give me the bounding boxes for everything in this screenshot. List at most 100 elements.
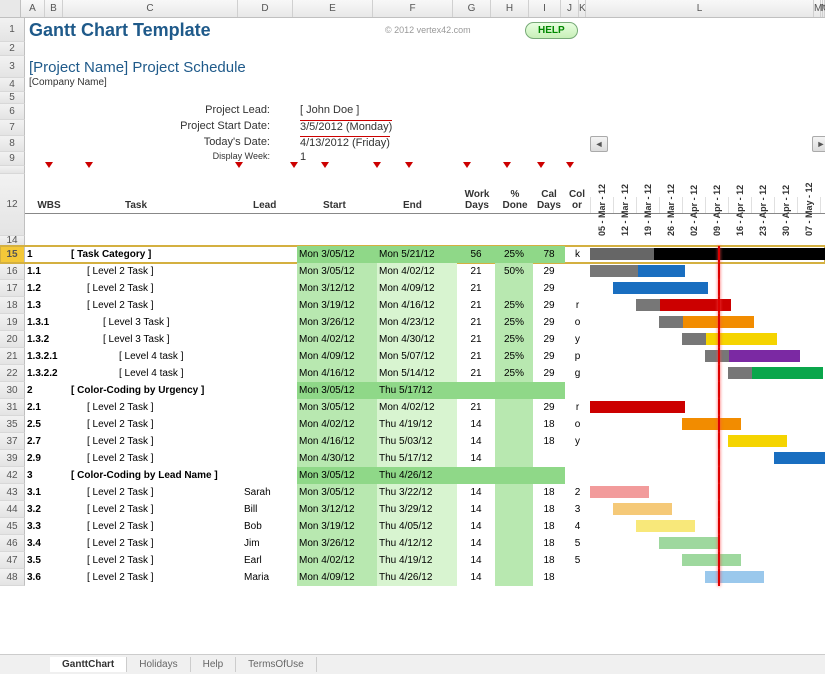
comment-indicator-icon[interactable]	[45, 162, 53, 168]
gantt-bar[interactable]	[636, 520, 695, 532]
sheet-tab-termsofuse[interactable]: TermsOfUse	[236, 657, 317, 672]
row-header[interactable]: 35	[0, 416, 25, 433]
cell-color[interactable]	[565, 569, 590, 586]
row-header[interactable]: 22	[0, 365, 25, 382]
cell-pctdone[interactable]	[495, 450, 533, 467]
row-header[interactable]: 2	[0, 42, 25, 56]
cell-color[interactable]: y	[565, 331, 590, 348]
row-header[interactable]: 17	[0, 280, 25, 297]
cell-workdays[interactable]: 14	[457, 450, 495, 467]
cell-start[interactable]: Mon 3/05/12	[297, 263, 377, 280]
row-header[interactable]: 6	[0, 104, 25, 120]
cell-lead[interactable]	[242, 450, 297, 467]
cell-caldays[interactable]: 29	[533, 365, 565, 382]
cell-start[interactable]: Mon 4/16/12	[297, 365, 377, 382]
gantt-bar[interactable]	[659, 537, 718, 549]
cell-wbs[interactable]: 3.4	[25, 535, 67, 552]
cell-end[interactable]: Mon 4/02/12	[377, 399, 457, 416]
cell-task[interactable]: [ Level 4 task ]	[67, 348, 242, 365]
comment-indicator-icon[interactable]	[373, 162, 381, 168]
cell-workdays[interactable]: 21	[457, 365, 495, 382]
cell-caldays[interactable]: 29	[533, 263, 565, 280]
cell-color[interactable]: p	[565, 348, 590, 365]
col-header-D[interactable]: D	[238, 0, 293, 17]
gantt-bar[interactable]	[682, 418, 741, 430]
cell-color[interactable]: o	[565, 416, 590, 433]
cell-lead[interactable]: Sarah	[242, 484, 297, 501]
gantt-bar[interactable]	[590, 265, 685, 277]
cell-caldays[interactable]: 18	[533, 518, 565, 535]
cell-end[interactable]: Mon 4/16/12	[377, 297, 457, 314]
cell-wbs[interactable]: 1.3.2.2	[25, 365, 67, 382]
cell-workdays[interactable]: 21	[457, 399, 495, 416]
cell-workdays[interactable]	[457, 382, 495, 399]
cell-lead[interactable]	[242, 433, 297, 450]
cell-start[interactable]: Mon 3/26/12	[297, 314, 377, 331]
cell-color[interactable]	[565, 280, 590, 297]
cell-wbs[interactable]: 3	[25, 467, 67, 484]
cell-caldays[interactable]	[533, 467, 565, 484]
cell-start[interactable]: Mon 3/26/12	[297, 535, 377, 552]
cell-wbs[interactable]: 3.1	[25, 484, 67, 501]
gantt-bar[interactable]	[590, 486, 649, 498]
row-header[interactable]: 14	[0, 236, 25, 246]
cell-workdays[interactable]: 21	[457, 297, 495, 314]
cell-task[interactable]: [ Level 2 Task ]	[67, 433, 242, 450]
cell-pctdone[interactable]	[495, 501, 533, 518]
col-header-M[interactable]: M	[814, 0, 821, 17]
cell-caldays[interactable]: 18	[533, 535, 565, 552]
cell-workdays[interactable]: 14	[457, 569, 495, 586]
cell-task[interactable]: [ Level 2 Task ]	[67, 535, 242, 552]
cell-lead[interactable]	[242, 467, 297, 484]
cell-end[interactable]: Mon 4/09/12	[377, 280, 457, 297]
cell-start[interactable]: Mon 3/05/12	[297, 467, 377, 484]
cell-wbs[interactable]: 2.9	[25, 450, 67, 467]
row-header[interactable]: 21	[0, 348, 25, 365]
cell-workdays[interactable]: 14	[457, 416, 495, 433]
cell-end[interactable]: Thu 4/12/12	[377, 535, 457, 552]
cell-end[interactable]: Thu 5/17/12	[377, 450, 457, 467]
cell-end[interactable]: Mon 4/02/12	[377, 263, 457, 280]
cell-pctdone[interactable]	[495, 467, 533, 484]
cell-start[interactable]: Mon 4/30/12	[297, 450, 377, 467]
cell-lead[interactable]: Maria	[242, 569, 297, 586]
cell-caldays[interactable]: 18	[533, 433, 565, 450]
cell-caldays[interactable]: 18	[533, 552, 565, 569]
help-button[interactable]: HELP	[525, 22, 578, 39]
row-header[interactable]: 45	[0, 518, 25, 535]
col-header-C[interactable]: C	[63, 0, 238, 17]
cell-caldays[interactable]: 29	[533, 314, 565, 331]
comment-indicator-icon[interactable]	[235, 162, 243, 168]
cell-color[interactable]	[565, 382, 590, 399]
cell-end[interactable]: Mon 5/21/12	[377, 246, 457, 263]
cell-start[interactable]: Mon 4/02/12	[297, 416, 377, 433]
row-header[interactable]: 39	[0, 450, 25, 467]
cell-color[interactable]: 2	[565, 484, 590, 501]
col-header-B[interactable]: B	[45, 0, 63, 17]
cell-end[interactable]: Mon 5/14/12	[377, 365, 457, 382]
start-date-value[interactable]: 3/5/2012 (Monday)	[300, 120, 392, 133]
sheet-tab-ganttchart[interactable]: GanttChart	[50, 657, 127, 672]
cell-pctdone[interactable]	[495, 518, 533, 535]
col-header-J[interactable]: J	[561, 0, 579, 17]
comment-indicator-icon[interactable]	[290, 162, 298, 168]
cell-color[interactable]: k	[565, 246, 590, 263]
cell-caldays[interactable]	[533, 450, 565, 467]
cell-task[interactable]: [ Task Category ]	[67, 246, 242, 263]
cell-start[interactable]: Mon 4/16/12	[297, 433, 377, 450]
cell-caldays[interactable]: 29	[533, 297, 565, 314]
row-header[interactable]: 44	[0, 501, 25, 518]
cell-start[interactable]: Mon 3/05/12	[297, 399, 377, 416]
row-header[interactable]: 15	[0, 246, 25, 263]
cell-wbs[interactable]: 3.3	[25, 518, 67, 535]
cell-pctdone[interactable]	[495, 535, 533, 552]
cell-workdays[interactable]: 14	[457, 484, 495, 501]
gantt-bar[interactable]	[728, 367, 823, 379]
cell-caldays[interactable]: 78	[533, 246, 565, 263]
cell-task[interactable]: [ Color-Coding by Urgency ]	[67, 382, 242, 399]
cell-caldays[interactable]	[533, 382, 565, 399]
comment-indicator-icon[interactable]	[537, 162, 545, 168]
cell-wbs[interactable]: 1.3	[25, 297, 67, 314]
today-date-value[interactable]: 4/13/2012 (Friday)	[300, 136, 390, 149]
cell-task[interactable]: [ Level 2 Task ]	[67, 501, 242, 518]
